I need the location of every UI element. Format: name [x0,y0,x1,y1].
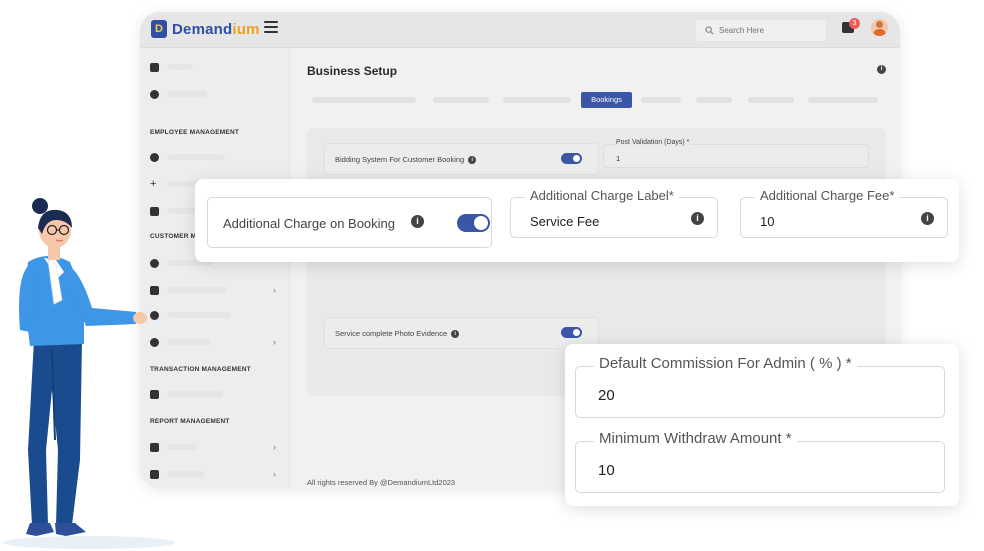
top-bar: D Demandium 3 [140,12,900,48]
minimum-withdraw-value: 10 [598,462,615,479]
brand-highlight: ium [232,20,260,38]
dashboard-icon [150,62,159,72]
chevron-right-icon: › [273,442,276,452]
post-validation-label: Post Validation (Days) * [614,139,692,146]
presenter-illustration [19,198,147,536]
default-commission-label: Default Commission For Admin ( % ) * [594,355,857,372]
additional-charge-fee-title: Additional Charge Fee* [755,188,900,203]
tab-placeholder[interactable] [696,97,732,103]
tab-placeholder[interactable] [503,97,571,103]
sidebar-item-dashboard[interactable] [150,60,193,74]
photo-evidence-row: Service complete Photo Evidence i [324,317,599,349]
commission-card: Default Commission For Admin ( % ) * 20 … [565,344,959,506]
default-commission-field[interactable]: Default Commission For Admin ( % ) * 20 [575,355,945,418]
chevron-right-icon: › [273,337,276,347]
info-icon[interactable]: i [451,330,460,339]
search-box[interactable] [696,20,826,41]
info-icon[interactable]: i [691,212,704,225]
additional-charge-fee-field[interactable]: Additional Charge Fee* 10 i [740,188,948,238]
sidebar-item-employee-setup[interactable] [150,150,225,164]
post-validation-field[interactable]: Post Validation (Days) * 1 [603,139,869,168]
tab-placeholder[interactable] [641,97,681,103]
footer-text: All rights reserved By @DemandiumLtd2023 [307,478,456,487]
notification-badge: 3 [849,18,860,29]
info-icon[interactable]: i [411,215,424,228]
search-input[interactable] [719,26,819,35]
info-icon[interactable]: i [468,156,477,165]
tab-placeholder[interactable] [748,97,794,103]
avatar[interactable] [871,19,888,36]
additional-charge-toggle-label: Additional Charge on Booking [223,216,396,231]
bidding-toggle[interactable] [561,153,582,164]
page-title: Business Setup [307,64,398,78]
brand-name: Demandium [172,21,260,38]
chevron-right-icon: › [273,469,276,479]
bidding-setting-row: Bidding System For Customer Booking i [324,143,599,175]
photo-evidence-label: Service complete Photo Evidence [335,329,448,338]
bidding-label: Bidding System For Customer Booking [335,155,465,164]
default-commission-value: 20 [598,387,615,404]
tab-placeholder[interactable] [808,97,878,103]
gear-icon [150,152,159,162]
additional-charge-label-value: Service Fee [530,214,600,229]
minimum-withdraw-field[interactable]: Minimum Withdraw Amount * 10 [575,430,945,493]
menu-icon[interactable] [264,21,278,35]
cloud-icon [150,89,159,99]
settings-tabs: Bookings [310,92,890,108]
additional-charge-fee-value: 10 [760,214,775,229]
additional-charge-toggle[interactable] [457,214,490,232]
tab-placeholder[interactable] [312,97,416,103]
minimum-withdraw-label: Minimum Withdraw Amount * [594,430,797,447]
sidebar-section-employee: EMPLOYEE MANAGEMENT [150,129,240,136]
search-icon [705,26,714,35]
post-validation-value: 1 [616,154,621,163]
info-icon[interactable]: i [921,212,934,225]
info-icon[interactable]: i [877,65,886,74]
additional-charge-toggle-row: Additional Charge on Booking i [207,197,492,248]
logo-mark-icon: D [151,20,167,38]
brand-prefix: Demand [172,20,233,38]
tab-bookings[interactable]: Bookings [581,92,632,108]
chevron-right-icon: › [273,285,276,295]
brand-logo[interactable]: D Demandium [151,20,260,38]
photo-evidence-toggle[interactable] [561,327,582,338]
sidebar-item-cloud[interactable] [150,87,207,101]
additional-charge-label-title: Additional Charge Label* [525,188,679,203]
additional-charge-card: Additional Charge on Booking i Additiona… [195,179,959,262]
tab-placeholder[interactable] [433,97,489,103]
additional-charge-label-field[interactable]: Additional Charge Label* Service Fee i [510,188,718,238]
